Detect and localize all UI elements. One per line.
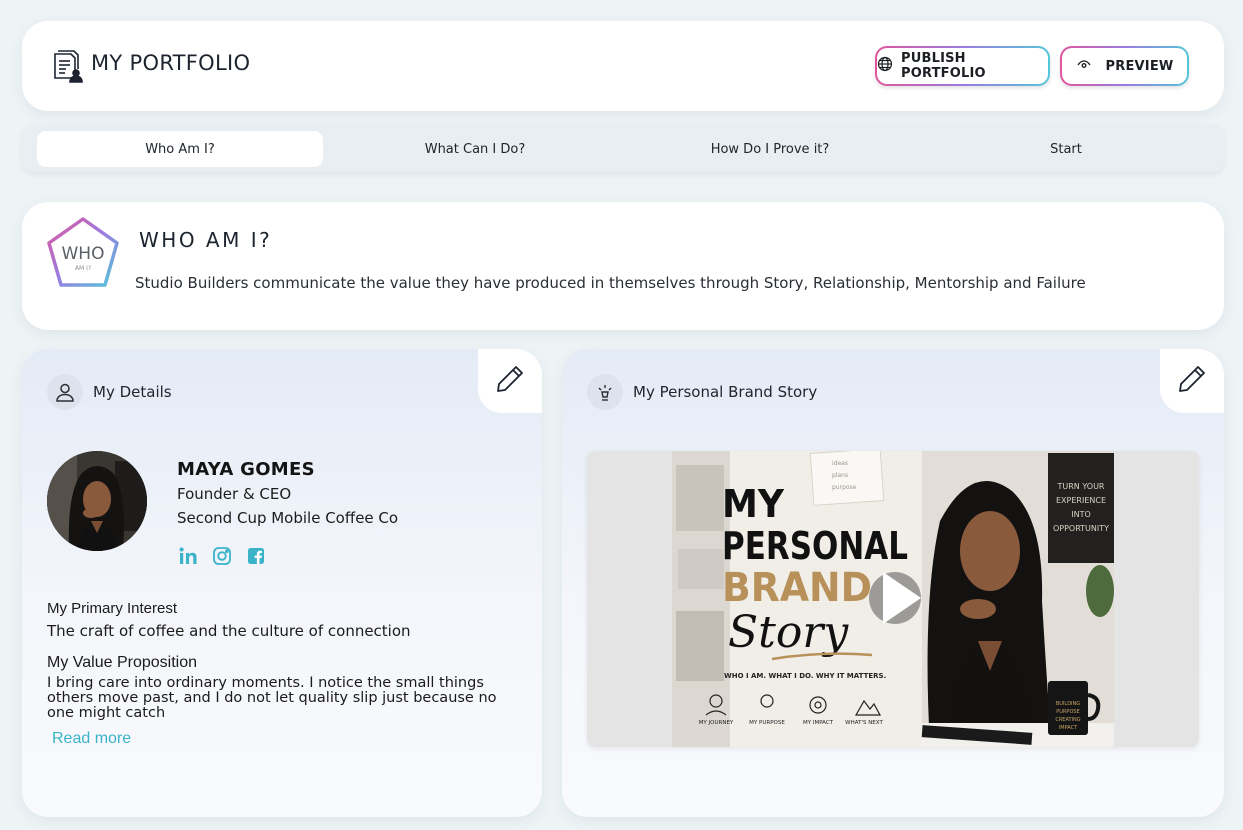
brand-story-panel: My Personal Brand Story ideas plans purp… [562,349,1224,817]
tab-what-can-i-do[interactable]: What Can I Do? [330,131,620,167]
brand-story-video[interactable]: ideas plans purpose TURN YOUR EXPERIENCE… [587,451,1199,747]
section-tabs: Who Am I? What Can I Do? How Do I Prove … [22,124,1224,172]
instagram-icon[interactable] [211,545,233,567]
svg-text:OPPORTUNITY: OPPORTUNITY [1053,524,1109,533]
primary-interest-label: My Primary Interest [47,600,178,617]
profile-role: Founder & CEO [177,485,292,503]
page-title: MY PORTFOLIO [91,51,251,75]
avatar [47,451,147,551]
svg-text:MY IMPACT: MY IMPACT [803,720,834,726]
value-proposition-label: My Value Proposition [47,654,197,671]
pencil-icon [494,363,526,399]
eye-icon [1076,56,1092,76]
user-icon [47,374,83,410]
globe-icon [877,56,893,76]
svg-text:ideas: ideas [832,460,848,467]
tab-how-do-i-prove-it[interactable]: How Do I Prove it? [622,131,918,167]
linkedin-icon[interactable] [177,545,199,567]
publish-label: PUBLISH PORTFOLIO [901,51,986,81]
svg-text:BRAND: BRAND [722,565,872,611]
brand-story-title: My Personal Brand Story [633,383,818,401]
pencil-icon [1176,363,1208,399]
svg-text:PERSONAL: PERSONAL [722,524,908,568]
svg-text:Story: Story [728,607,849,658]
svg-text:MY JOURNEY: MY JOURNEY [699,720,734,726]
my-details-panel: My Details MAYA GOMES Founder & CEO Seco… [22,349,542,817]
svg-text:CREATING: CREATING [1055,717,1080,723]
svg-text:WHO I AM. WHAT I DO. WHY IT MA: WHO I AM. WHAT I DO. WHY IT MATTERS. [724,672,886,680]
facebook-icon[interactable] [245,545,267,567]
social-links [177,545,267,567]
tab-who-am-i[interactable]: Who Am I? [37,131,323,167]
svg-text:BUILDING: BUILDING [1056,701,1080,707]
preview-button[interactable]: PREVIEW [1060,46,1189,86]
section-heading: WHO AM I? [139,228,273,252]
profile-name: MAYA GOMES [177,459,315,480]
svg-text:INTO: INTO [1071,510,1091,519]
play-icon[interactable] [867,566,927,630]
svg-text:MY PURPOSE: MY PURPOSE [749,720,785,726]
my-details-title: My Details [93,383,172,401]
portfolio-header: MY PORTFOLIO PUBLISH PORTFOLIO PREVIEW [22,21,1224,111]
read-more-link[interactable]: Read more [52,730,131,748]
edit-details-button[interactable] [478,349,542,413]
svg-text:purpose: purpose [832,484,857,491]
svg-text:MY: MY [722,482,784,526]
portfolio-document-icon [52,49,84,83]
svg-text:EXPERIENCE: EXPERIENCE [1056,496,1106,505]
publish-portfolio-button[interactable]: PUBLISH PORTFOLIO [875,46,1050,86]
tab-start[interactable]: Start [920,131,1212,167]
sparkle-icon [587,374,623,410]
svg-text:AM I?: AM I? [75,265,91,272]
svg-text:TURN YOUR: TURN YOUR [1057,482,1105,491]
preview-label: PREVIEW [1105,58,1174,74]
svg-text:WHO: WHO [62,244,105,264]
value-proposition-text: I bring care into ordinary moments. I no… [47,675,497,721]
svg-text:PURPOSE: PURPOSE [1056,709,1079,715]
svg-text:WHAT'S NEXT: WHAT'S NEXT [845,720,883,726]
section-description: Studio Builders communicate the value th… [135,274,1086,292]
who-am-i-badge-icon: WHO AM I? [45,215,121,289]
svg-text:plans: plans [832,472,848,479]
profile-company: Second Cup Mobile Coffee Co [177,509,399,527]
edit-brand-story-button[interactable] [1160,349,1224,413]
who-am-i-section: WHO AM I? WHO AM I? Studio Builders comm… [22,202,1224,330]
svg-text:IMPACT: IMPACT [1059,725,1078,731]
primary-interest-value: The craft of coffee and the culture of c… [47,622,411,640]
